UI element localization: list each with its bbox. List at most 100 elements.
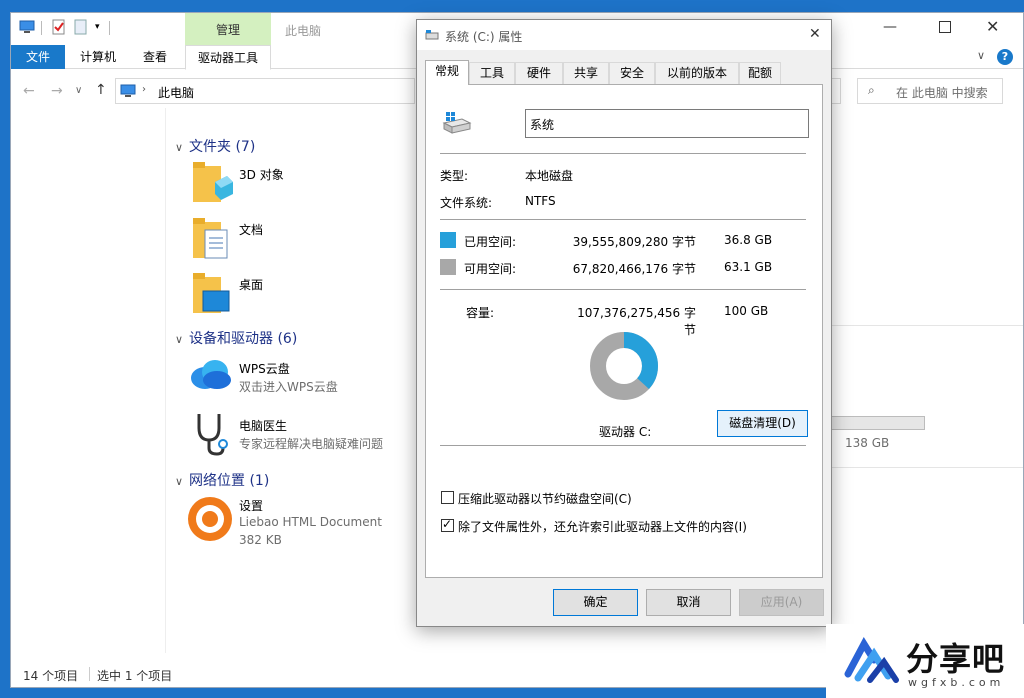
index-label: 除了文件属性外，还允许索引此驱动器上文件的内容(I) [458, 520, 747, 534]
maximize-icon[interactable] [939, 21, 951, 33]
item-title: 桌面 [239, 278, 264, 292]
item-count: 14 个项目 [23, 669, 79, 683]
index-checkbox[interactable]: ✓ [441, 517, 454, 532]
3d-objects-folder-icon [193, 162, 233, 202]
up-icon[interactable]: ↑ [95, 82, 107, 98]
used-space-gb: 36.8 GB [724, 233, 773, 247]
brand-url: wgfxb.com [908, 676, 1005, 689]
item-subtitle: 专家远程解决电脑疑难问题 [239, 437, 384, 451]
checkmark-icon: ✓ [442, 517, 453, 531]
dialog-titlebar: 系统 (C:) 属性 ✕ [417, 20, 831, 50]
minimize-icon[interactable]: — [883, 19, 897, 35]
window-title: 此电脑 [285, 24, 322, 38]
drive-name-input[interactable]: 系统 [525, 109, 809, 138]
wps-cloud-icon[interactable] [187, 354, 233, 397]
free-space-label: 可用空间: [464, 262, 517, 276]
divider [109, 21, 110, 35]
tab-previous-versions[interactable]: 以前的版本 [655, 62, 739, 84]
computer-icon[interactable] [19, 19, 35, 37]
brand-logo-icon [844, 637, 899, 683]
apply-button[interactable]: 应用(A) [739, 589, 824, 616]
general-tab-panel: 系统 类型: 本地磁盘 文件系统: NTFS 已用空间: 39,555,809,… [425, 84, 823, 578]
search-placeholder: 在 此电脑 中搜索 [896, 86, 988, 100]
group-devices-label: 设备和驱动器 (6) [189, 331, 298, 347]
group-folders-label: 文件夹 (7) [189, 139, 256, 155]
free-space-gb: 63.1 GB [724, 260, 773, 274]
cancel-button[interactable]: 取消 [646, 589, 731, 616]
folder-desktop[interactable] [191, 271, 233, 320]
item-title: 电脑医生 [239, 419, 288, 433]
tab-sharing[interactable]: 共享 [563, 62, 609, 84]
chevron-down-icon[interactable]: ∨ [977, 49, 985, 62]
filesystem-value: NTFS [525, 194, 556, 208]
filesystem-label: 文件系统: [440, 196, 493, 210]
group-folders[interactable]: ∨ 文件夹 (7) [175, 136, 255, 156]
item-subtitle: 382 KB [239, 533, 282, 547]
compress-checkbox[interactable] [441, 491, 454, 504]
tab-quota[interactable]: 配额 [739, 62, 781, 84]
used-space-label: 已用空间: [464, 235, 517, 249]
back-icon[interactable]: ← [23, 83, 35, 99]
breadcrumb-this-pc[interactable]: 此电脑 [158, 84, 194, 101]
group-network[interactable]: ∨ 网络位置 (1) [175, 470, 269, 490]
search-input[interactable]: ⌕ 在 此电脑 中搜索 [857, 78, 1003, 104]
drive-label: 驱动器 C: [599, 425, 652, 439]
chevron-down-icon: ∨ [175, 333, 184, 346]
search-icon: ⌕ [868, 83, 875, 97]
divider [440, 153, 806, 154]
tab-security[interactable]: 安全 [609, 62, 655, 84]
tab-hardware[interactable]: 硬件 [515, 62, 563, 84]
forward-icon[interactable]: → [51, 83, 63, 99]
divider [41, 21, 42, 35]
group-network-label: 网络位置 (1) [189, 473, 270, 489]
tab-file[interactable]: 文件 [11, 45, 65, 69]
item-subtitle: 双击进入WPS云盘 [239, 380, 338, 394]
disk-usage-donut [590, 332, 658, 400]
new-folder-icon[interactable] [73, 19, 89, 37]
tab-computer[interactable]: 计算机 [73, 45, 123, 69]
properties-icon[interactable] [51, 19, 67, 37]
ribbon-context-label: 管理 [185, 13, 271, 45]
group-devices[interactable]: ∨ 设备和驱动器 (6) [175, 328, 297, 348]
help-icon[interactable]: ? [997, 49, 1013, 65]
brand-name: 分享吧 [906, 640, 1006, 678]
item-title: 3D 对象 [239, 168, 284, 182]
group-divider [825, 325, 1023, 326]
dialog-title: 系统 (C:) 属性 [445, 30, 523, 44]
divider [440, 219, 806, 220]
drive-name-value: 系统 [530, 118, 555, 132]
tab-general[interactable]: 常规 [425, 60, 469, 85]
close-icon[interactable]: ✕ [809, 26, 821, 42]
breadcrumb-separator-icon: › [142, 84, 146, 95]
desktop-folder-icon [193, 273, 230, 313]
item-title: WPS云盘 [239, 362, 290, 376]
drive-free-size: 138 GB [845, 436, 890, 450]
free-space-bytes: 67,820,466,176 字节 [572, 262, 696, 276]
liebao-browser-icon[interactable] [187, 496, 233, 545]
tab-drive-tools[interactable]: 驱动器工具 [185, 45, 271, 70]
brand-watermark: 分享吧 wgfxb.com [826, 624, 1024, 698]
compress-label: 压缩此驱动器以节约磁盘空间(C) [458, 492, 632, 506]
chevron-down-icon: ∨ [175, 141, 184, 154]
item-subtitle: Liebao HTML Document [239, 515, 382, 529]
tab-tools[interactable]: 工具 [469, 62, 515, 84]
drive-icon [442, 111, 472, 138]
folder-3d-objects[interactable] [191, 160, 233, 209]
ok-button[interactable]: 确定 [553, 589, 638, 616]
free-space-swatch [440, 259, 456, 275]
navigation-pane[interactable] [11, 108, 166, 653]
address-bar[interactable]: › 此电脑 [115, 78, 415, 104]
tab-view[interactable]: 查看 [135, 45, 175, 69]
item-title: 文档 [239, 223, 264, 237]
folder-documents[interactable] [191, 216, 233, 265]
documents-folder-icon [193, 218, 228, 259]
chevron-down-icon: ∨ [175, 475, 184, 488]
disk-cleanup-button[interactable]: 磁盘清理(D) [717, 410, 808, 437]
item-title: 设置 [239, 499, 264, 513]
type-value: 本地磁盘 [525, 169, 574, 183]
drive-properties-dialog: 系统 (C:) 属性 ✕ 常规 工具 硬件 共享 安全 以前的版本 配额 系统 … [416, 19, 832, 627]
recent-locations-icon[interactable]: ∨ [75, 85, 82, 96]
selected-count: 选中 1 个项目 [97, 669, 173, 683]
stethoscope-icon[interactable] [191, 410, 231, 459]
close-icon[interactable]: ✕ [986, 17, 999, 36]
